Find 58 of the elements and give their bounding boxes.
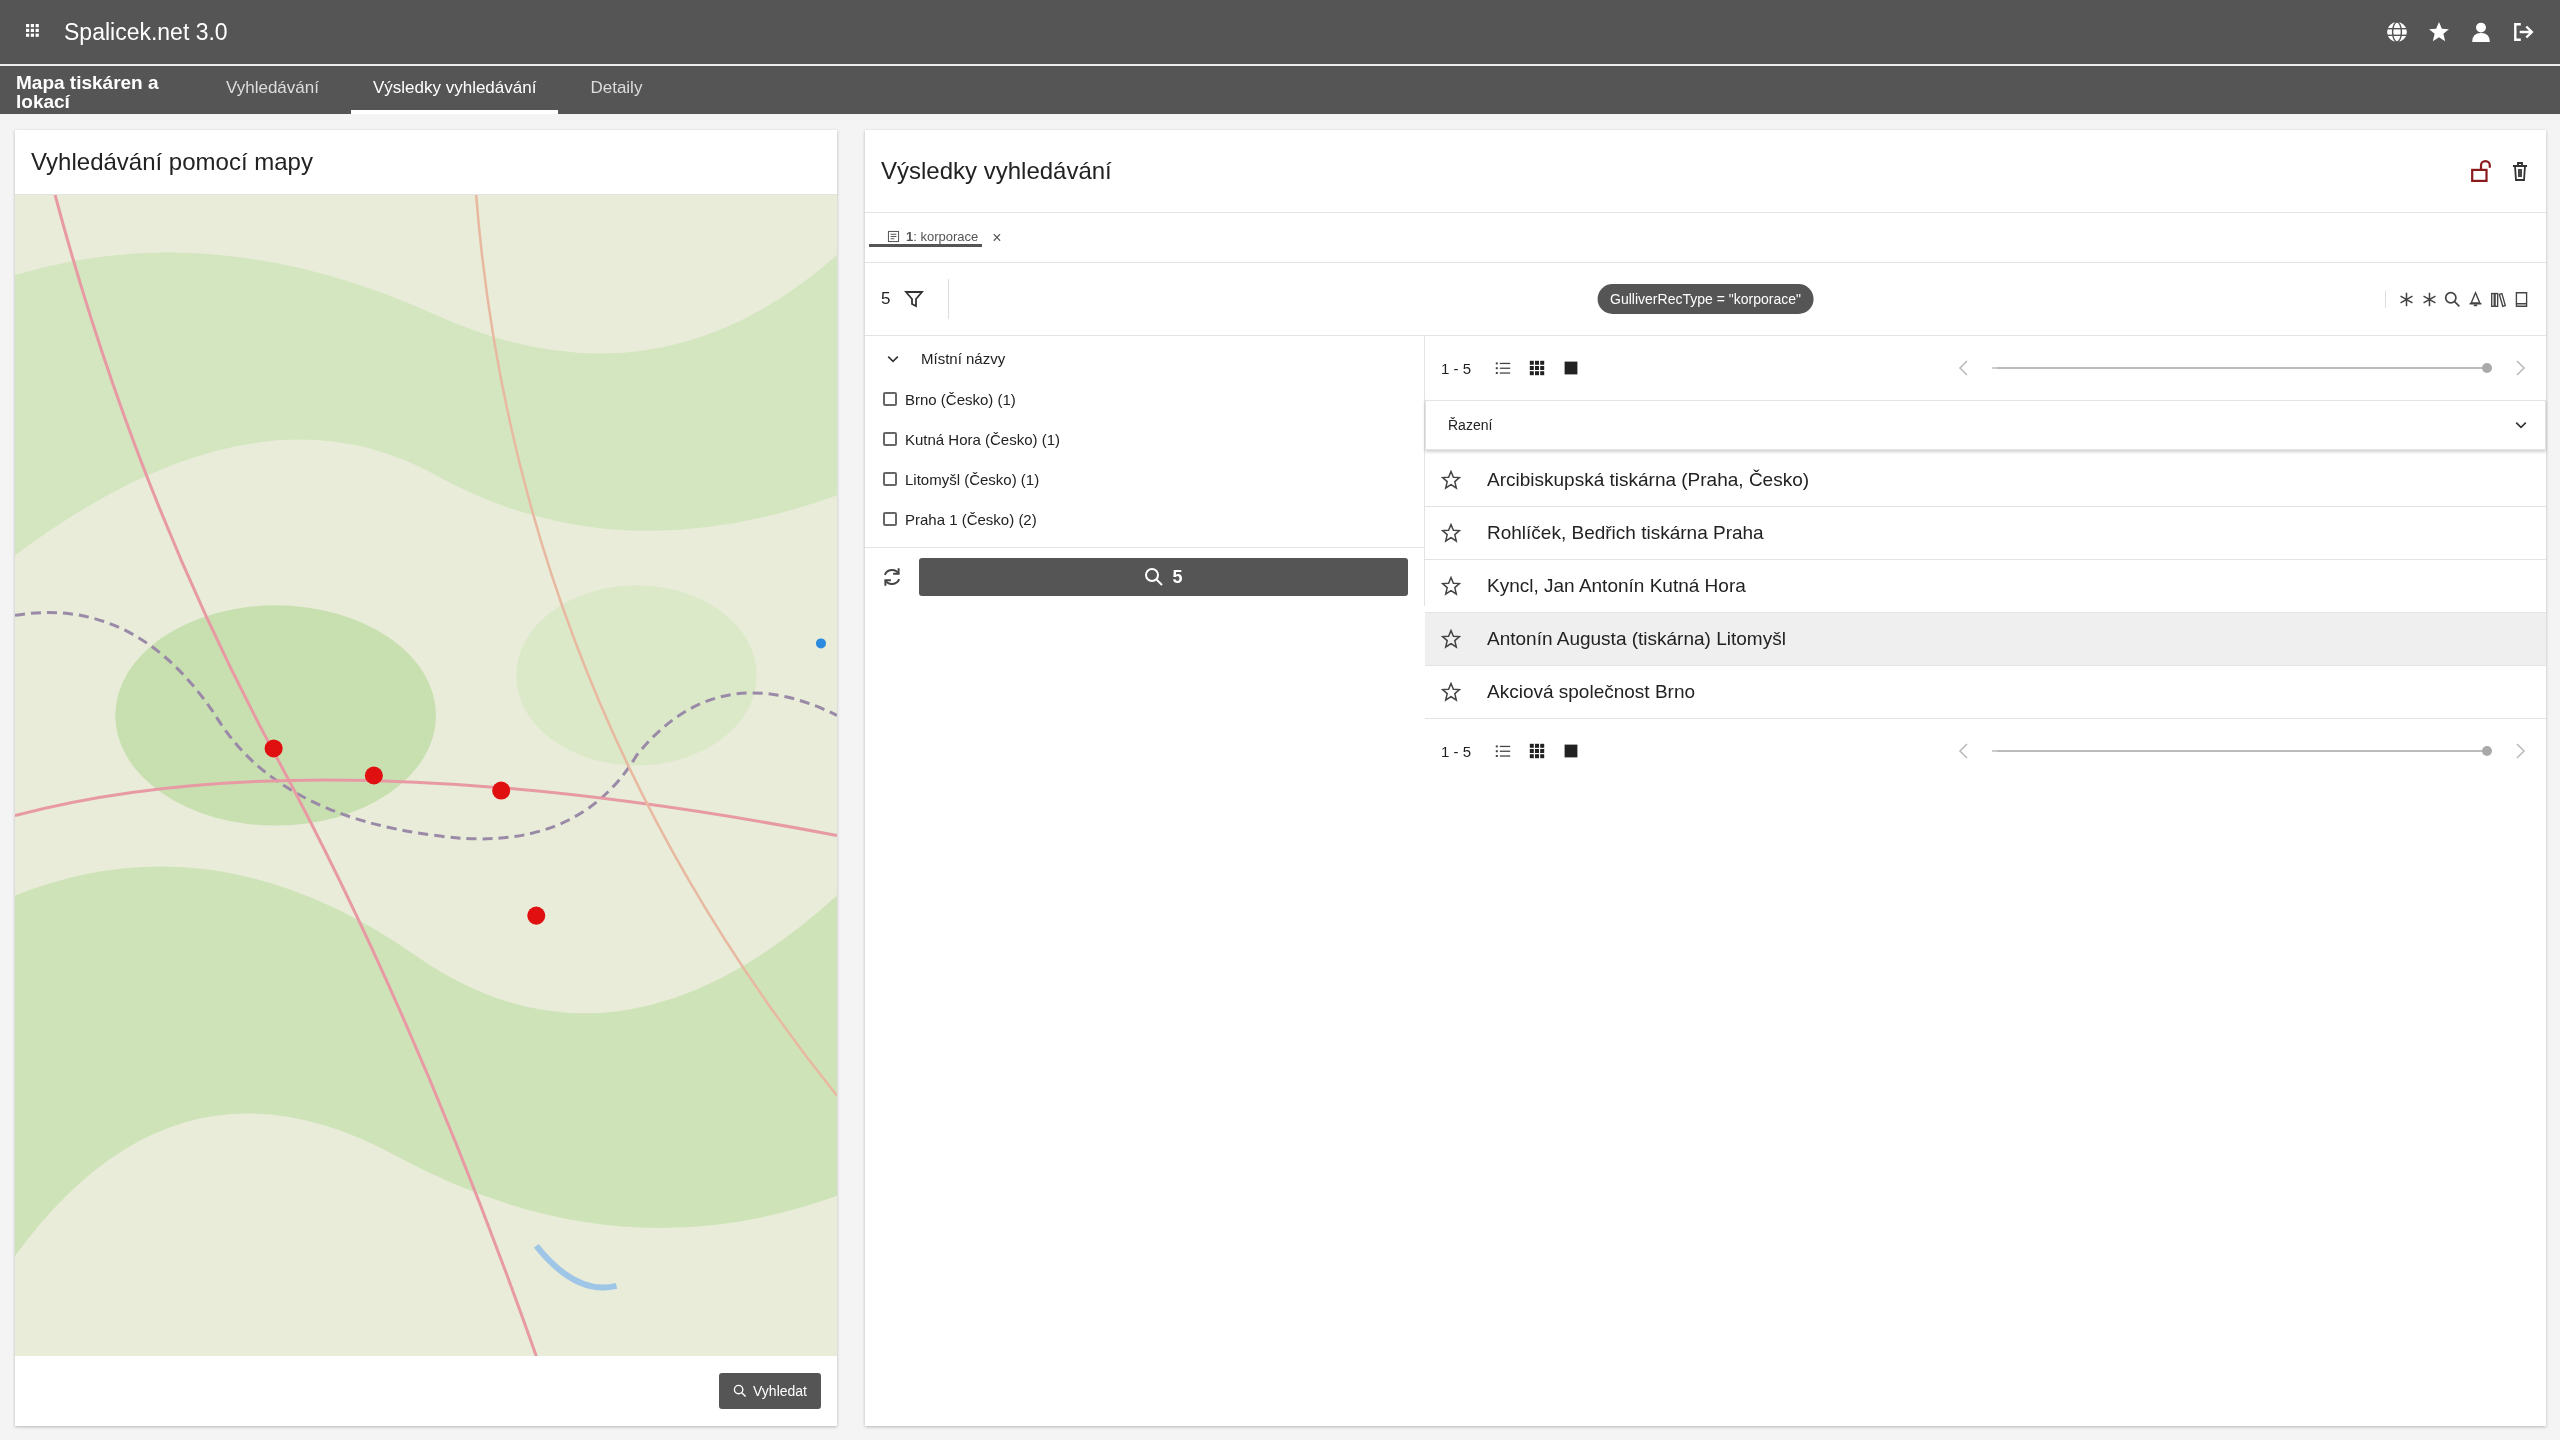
query-chip: GulliverRecType = "korporace" (1597, 284, 1814, 314)
favorite-star-button[interactable] (1441, 682, 1461, 702)
section-title: Mapa tiskáren a lokací (15, 71, 160, 114)
nav-tab[interactable]: Vyhledávání (204, 66, 341, 114)
list-view-button[interactable] (1495, 743, 1511, 759)
search-button[interactable]: Vyhledat (719, 1373, 821, 1409)
language-button[interactable] (2386, 21, 2408, 43)
library-button[interactable] (2490, 290, 2507, 308)
refresh-button[interactable] (881, 566, 903, 588)
user-button[interactable] (2470, 21, 2492, 43)
sort-dropdown[interactable]: Řazení (1425, 400, 2546, 450)
page-range: 1 - 5 (1441, 742, 1471, 760)
panel-title: Výsledky vyhledávání (881, 157, 1113, 185)
result-tab[interactable]: 1: korporace (869, 228, 983, 247)
result-row[interactable]: Akciová společnost Brno (1425, 666, 2546, 719)
delete-button[interactable] (2510, 161, 2530, 181)
checkbox[interactable] (883, 512, 897, 526)
menu-button[interactable] (26, 24, 42, 40)
unlock-button[interactable] (2470, 160, 2492, 182)
checkbox[interactable] (883, 392, 897, 406)
search-icon (733, 1384, 748, 1398)
result-row[interactable]: Antonín Augusta (tiskárna) Litomyšl (1425, 613, 2546, 666)
favorite-star-button[interactable] (1441, 523, 1461, 543)
favorites-button[interactable] (2428, 21, 2450, 43)
document-icon (887, 229, 900, 243)
favorite-star-button[interactable] (1441, 629, 1461, 649)
search-button[interactable]: 5 (919, 558, 1408, 596)
facet-label: Brno (Česko) (1) (905, 390, 1016, 408)
favorite-star-button[interactable] (1441, 576, 1461, 596)
checkbox[interactable] (883, 432, 897, 446)
filter-button[interactable] (904, 289, 925, 309)
grid-view-button[interactable] (1529, 743, 1545, 759)
list-view-button[interactable] (1495, 360, 1511, 376)
book-button[interactable] (2513, 290, 2530, 308)
result-count: 5 (881, 289, 891, 309)
checkbox[interactable] (883, 472, 897, 486)
logout-button[interactable] (2512, 21, 2534, 43)
page-range: 1 - 5 (1441, 359, 1471, 377)
facet-header[interactable]: Místní názvy (865, 336, 1424, 379)
favorite-star-button[interactable] (1441, 470, 1461, 490)
grid-view-button[interactable] (1529, 360, 1545, 376)
search-icon (1144, 567, 1165, 587)
result-row[interactable]: Arcibiskupská tiskárna (Praha, Česko) (1425, 454, 2546, 507)
bell-icon-button[interactable] (2467, 290, 2484, 308)
single-view-button[interactable] (1563, 360, 1579, 376)
search-button[interactable] (2444, 290, 2461, 308)
facet-label: Litomyšl (Česko) (1) (905, 470, 1040, 488)
facet-label: Praha 1 (Česko) (2) (905, 510, 1037, 528)
single-view-button[interactable] (1563, 743, 1579, 759)
asterisk-button[interactable] (2398, 290, 2415, 308)
nav-tab[interactable]: Výsledky vyhledávání (350, 66, 559, 114)
asterisk-button[interactable] (2421, 290, 2438, 308)
facet-label: Kutná Hora (Česko) (1) (905, 430, 1061, 448)
close-tab-button[interactable]: × (992, 228, 1002, 247)
panel-title: Vyhledávání pomocí mapy (31, 148, 313, 176)
app-title: Spalicek.net 3.0 (64, 18, 229, 46)
nav-tab[interactable]: Detaily (568, 66, 665, 114)
result-row[interactable]: Rohlíček, Bedřich tiskárna Praha (1425, 507, 2546, 560)
